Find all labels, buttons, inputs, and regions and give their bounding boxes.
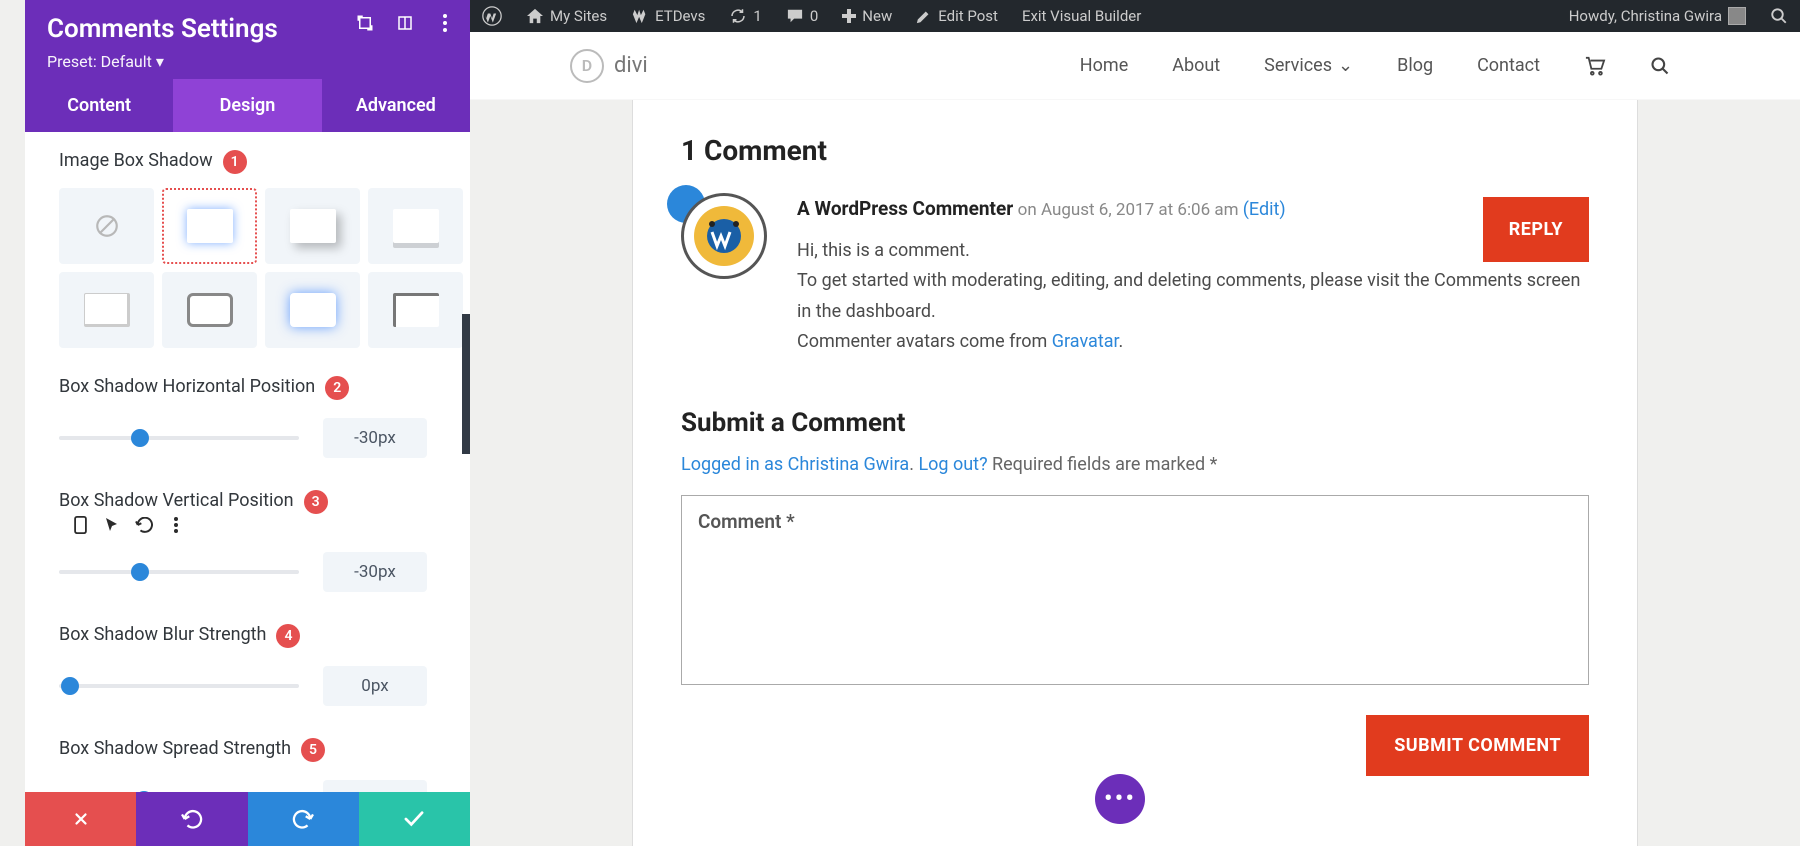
- submit-comment-heading: Submit a Comment: [681, 408, 1589, 438]
- builder-fab[interactable]: •••: [1095, 774, 1145, 824]
- sidebar-header: Comments Settings Preset: Default ▾: [25, 0, 470, 79]
- my-sites-link[interactable]: My Sites: [514, 7, 619, 25]
- shadow-preset-4[interactable]: [59, 272, 154, 348]
- menu-services[interactable]: Services ⌄: [1264, 55, 1353, 76]
- sidebar-footer: [25, 792, 470, 846]
- slider-horizontal[interactable]: [59, 436, 299, 440]
- cancel-button[interactable]: [25, 792, 136, 846]
- updates-link[interactable]: 1: [717, 7, 773, 25]
- chevron-down-icon: ⌄: [1338, 55, 1353, 76]
- menu-home[interactable]: Home: [1080, 55, 1128, 76]
- search-icon[interactable]: [1650, 56, 1670, 76]
- step-badge-4: 4: [276, 624, 300, 648]
- page-canvas: 1 Comment A WordPress Commenter on Augus…: [470, 32, 1800, 846]
- step-badge-1: 1: [223, 150, 247, 174]
- comment-text: Hi, this is a comment.: [797, 236, 1589, 267]
- comments-link[interactable]: 0: [774, 7, 830, 25]
- main-menu: Home About Services ⌄ Blog Contact: [1080, 55, 1670, 76]
- site-logo[interactable]: D divi: [570, 49, 648, 83]
- tab-advanced[interactable]: Advanced: [322, 79, 470, 132]
- edit-post-link[interactable]: Edit Post: [904, 7, 1010, 25]
- comment-text: To get started with moderating, editing,…: [797, 266, 1589, 327]
- reply-button[interactable]: REPLY: [1483, 197, 1589, 262]
- shadow-preset-6[interactable]: [265, 272, 360, 348]
- logo-icon: D: [570, 49, 604, 83]
- label-image-box-shadow: Image Box Shadow: [59, 150, 213, 171]
- avatar: [681, 193, 767, 279]
- comment-textarea[interactable]: [681, 495, 1589, 685]
- menu-blog[interactable]: Blog: [1397, 55, 1433, 76]
- avatar-wrap: [681, 193, 771, 283]
- kebab-icon[interactable]: [167, 516, 185, 534]
- save-button[interactable]: [359, 792, 470, 846]
- gravatar-link[interactable]: Gravatar: [1052, 331, 1119, 352]
- label-blur: Box Shadow Blur Strength: [59, 624, 266, 645]
- shadow-preset-5[interactable]: [162, 272, 257, 348]
- shadow-preset-3[interactable]: [368, 188, 463, 264]
- comment-text: Commenter avatars come from Gravatar.: [797, 327, 1589, 358]
- edit-comment-link[interactable]: (Edit): [1243, 199, 1286, 220]
- label-horizontal: Box Shadow Horizontal Position: [59, 376, 315, 397]
- scrollbar-thumb[interactable]: [462, 314, 470, 454]
- submit-comment-button[interactable]: SUBMIT COMMENT: [1366, 715, 1589, 776]
- logged-in-text: Logged in as Christina Gwira. Log out? R…: [681, 454, 1589, 475]
- new-link[interactable]: New: [830, 7, 904, 25]
- settings-tabs: Content Design Advanced: [25, 79, 470, 132]
- site-header: D divi Home About Services ⌄ Blog Contac…: [470, 32, 1800, 100]
- logged-in-link[interactable]: Logged in as Christina Gwira: [681, 454, 909, 475]
- comments-heading: 1 Comment: [681, 134, 1589, 167]
- label-vertical: Box Shadow Vertical Position: [59, 490, 294, 511]
- comment-author[interactable]: A WordPress Commenter: [797, 197, 1013, 220]
- label-spread: Box Shadow Spread Strength: [59, 738, 291, 759]
- avatar: [1728, 7, 1746, 25]
- preset-selector[interactable]: Preset: Default ▾: [47, 52, 448, 71]
- menu-contact[interactable]: Contact: [1477, 55, 1540, 76]
- tab-content[interactable]: Content: [25, 79, 173, 132]
- value-horizontal[interactable]: -30px: [323, 418, 427, 458]
- columns-icon[interactable]: [396, 14, 414, 32]
- exit-vb-link[interactable]: Exit Visual Builder: [1010, 7, 1153, 25]
- step-badge-5: 5: [301, 738, 325, 762]
- content-area: 1 Comment A WordPress Commenter on Augus…: [632, 100, 1638, 846]
- comment-item: A WordPress Commenter on August 6, 2017 …: [681, 193, 1589, 358]
- cart-icon[interactable]: [1584, 56, 1606, 76]
- settings-sidebar: Comments Settings Preset: Default ▾ Cont…: [25, 0, 470, 846]
- expand-icon[interactable]: [356, 14, 374, 32]
- settings-panel: Image Box Shadow 1 Box Shadow Horizontal…: [25, 132, 470, 792]
- wp-admin-bar: My Sites ETDevs 1 0 New Edit Post Exit V…: [470, 0, 1800, 32]
- shadow-preset-1[interactable]: [162, 188, 257, 264]
- logout-link[interactable]: Log out?: [918, 454, 987, 475]
- value-spread[interactable]: -28px: [323, 780, 427, 792]
- comment-meta: on August 6, 2017 at 6:06 am: [1018, 200, 1243, 220]
- redo-button[interactable]: [248, 792, 359, 846]
- shadow-preset-grid: [59, 188, 442, 348]
- wp-logo-icon[interactable]: [470, 6, 514, 26]
- howdy-user[interactable]: Howdy, Christina Gwira: [1557, 7, 1758, 25]
- site-link[interactable]: ETDevs: [619, 7, 717, 25]
- undo-button[interactable]: [136, 792, 247, 846]
- chevron-down-icon: ▾: [156, 52, 164, 71]
- shadow-none[interactable]: [59, 188, 154, 264]
- step-badge-2: 2: [325, 376, 349, 400]
- shadow-preset-7[interactable]: [368, 272, 463, 348]
- slider-blur[interactable]: [59, 684, 299, 688]
- value-blur[interactable]: 0px: [323, 666, 427, 706]
- menu-about[interactable]: About: [1172, 55, 1220, 76]
- shadow-preset-2[interactable]: [265, 188, 360, 264]
- kebab-icon[interactable]: [436, 14, 454, 32]
- search-icon[interactable]: [1758, 7, 1800, 25]
- value-vertical[interactable]: -30px: [323, 552, 427, 592]
- step-badge-3: 3: [304, 490, 328, 514]
- phone-icon[interactable]: [71, 516, 89, 534]
- slider-vertical[interactable]: [59, 570, 299, 574]
- undo-icon[interactable]: [135, 516, 153, 534]
- tab-design[interactable]: Design: [173, 79, 321, 132]
- comment-body: A WordPress Commenter on August 6, 2017 …: [797, 193, 1589, 358]
- cursor-icon[interactable]: [103, 516, 121, 534]
